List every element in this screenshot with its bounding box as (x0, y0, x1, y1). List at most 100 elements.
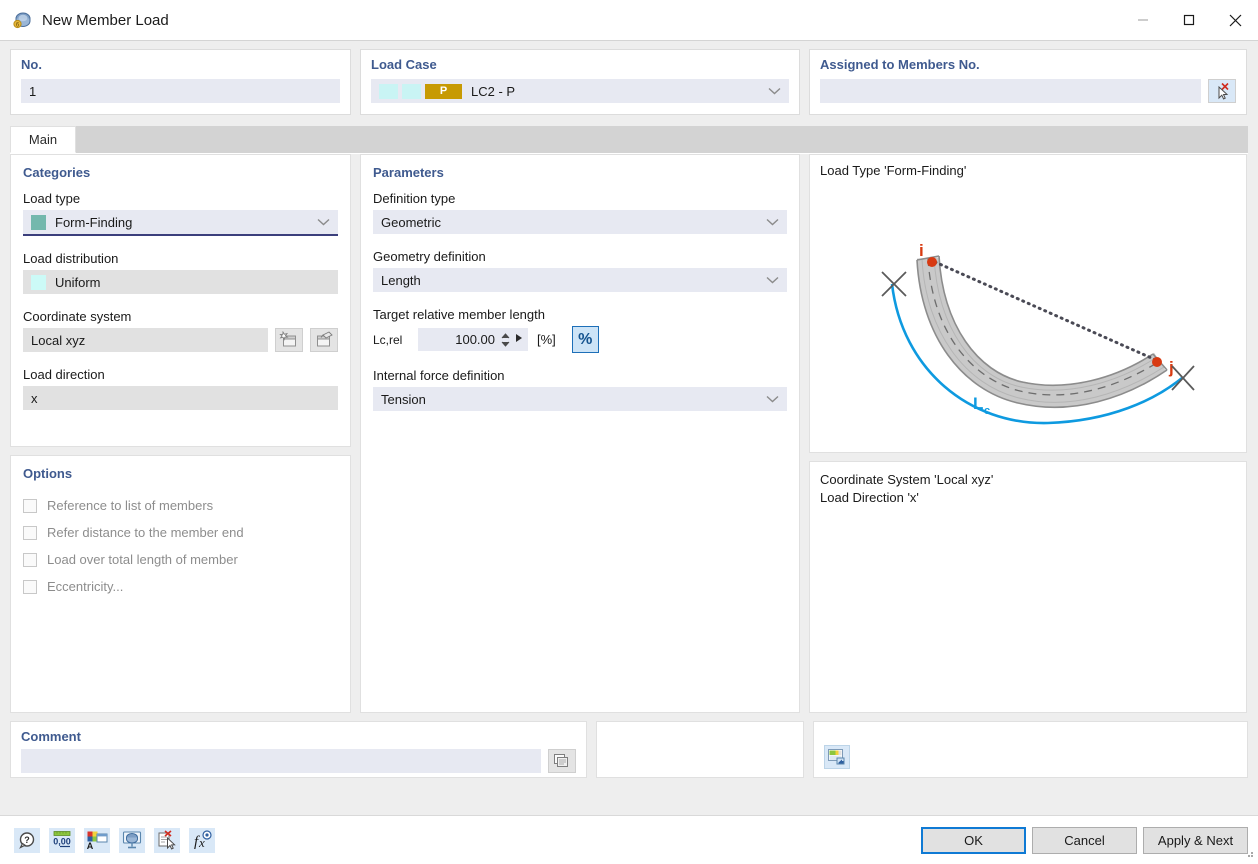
target-length-value: 100.00 (455, 332, 495, 347)
target-length-symbol: Lc,rel (373, 333, 418, 347)
comment-input[interactable] (21, 749, 541, 773)
categories-panel: Categories Load type Form-Finding Load d… (10, 154, 351, 447)
maximize-button[interactable] (1166, 0, 1212, 40)
option-label: Load over total length of member (47, 552, 238, 567)
resize-grip-icon[interactable] (1243, 847, 1255, 862)
svg-text:0,00: 0,00 (53, 837, 71, 847)
new-coordinate-system-icon[interactable] (275, 328, 303, 352)
internal-force-definition-combo[interactable]: Tension (373, 387, 787, 411)
delete-row-icon[interactable] (154, 828, 180, 853)
info-panel: Coordinate System 'Local xyz' Load Direc… (809, 461, 1247, 713)
no-input[interactable]: 1 (21, 79, 340, 103)
bottom-row: Comment (0, 713, 1258, 778)
svg-text:?: ? (24, 835, 30, 845)
edit-coordinate-system-icon[interactable] (310, 328, 338, 352)
select-members-icon[interactable] (1208, 79, 1236, 103)
right-column: Load Type 'Form-Finding' (809, 154, 1247, 713)
tab-main-label: Main (29, 132, 57, 147)
tab-main[interactable]: Main (10, 126, 76, 153)
svg-text:A: A (87, 841, 94, 850)
load-distribution-value: Uniform (55, 275, 101, 290)
checkbox-unchecked-icon[interactable] (23, 580, 37, 594)
chevron-down-icon (766, 215, 779, 230)
geometry-definition-value: Length (381, 273, 421, 288)
spinner-arrows-icon[interactable] (501, 332, 510, 348)
expand-arrow-icon[interactable] (514, 332, 524, 347)
load-case-chip-1 (379, 84, 398, 99)
picture-settings-icon[interactable] (824, 745, 850, 769)
options-title: Options (23, 466, 338, 481)
target-length-unit: [%] (537, 332, 556, 347)
node-i-label: i (919, 241, 924, 260)
form-finding-diagram: i j L c (820, 180, 1238, 448)
load-case-group-title: Load Case (371, 57, 789, 72)
content-area: Categories Load type Form-Finding Load d… (0, 154, 1258, 713)
length-sub-label: c (984, 405, 990, 417)
tab-strip: Main (10, 127, 1248, 154)
load-direction-label: Load direction (23, 367, 338, 382)
blank-panel (596, 721, 804, 778)
help-icon[interactable]: ? (14, 828, 40, 853)
load-case-chip-p: P (425, 84, 462, 99)
diagram-caption: Load Type 'Form-Finding' (820, 163, 1236, 178)
option-label: Refer distance to the member end (47, 525, 244, 540)
close-button[interactable] (1212, 0, 1258, 40)
node-j-marker (1152, 357, 1162, 367)
checkbox-unchecked-icon[interactable] (23, 553, 37, 567)
info-coordinate-system: Coordinate System 'Local xyz' (820, 471, 1236, 489)
load-type-label: Load type (23, 191, 338, 206)
cancel-button[interactable]: Cancel (1032, 827, 1137, 854)
parameters-panel: Parameters Definition type Geometric Geo… (360, 154, 800, 713)
definition-type-combo[interactable]: Geometric (373, 210, 787, 234)
checkbox-unchecked-icon[interactable] (23, 499, 37, 513)
no-group-title: No. (21, 57, 340, 72)
option-label: Reference to list of members (47, 498, 213, 513)
load-distribution-value-field: Uniform (23, 270, 338, 294)
option-refer-distance-to-member-end[interactable]: Refer distance to the member end (23, 519, 338, 546)
minimize-button[interactable] (1120, 0, 1166, 40)
ok-button[interactable]: OK (921, 827, 1026, 854)
internal-force-definition-label: Internal force definition (373, 368, 787, 383)
member-load-icon: 6 (12, 10, 32, 30)
option-label: Eccentricity... (47, 579, 123, 594)
window-title: New Member Load (42, 12, 169, 29)
chevron-down-icon (317, 215, 330, 230)
coordinate-system-value-field: Local xyz (23, 328, 268, 352)
assigned-members-title: Assigned to Members No. (820, 57, 1236, 72)
target-length-input[interactable]: 100.00 (418, 328, 528, 351)
option-reference-to-list-of-members[interactable]: Reference to list of members (23, 492, 338, 519)
chevron-down-icon (766, 392, 779, 407)
display-properties-icon[interactable]: A (84, 828, 110, 853)
option-load-over-total-length[interactable]: Load over total length of member (23, 546, 338, 573)
target-length-row: Lc,rel 100.00 [%] (373, 326, 787, 353)
assigned-members-group: Assigned to Members No. (809, 49, 1247, 115)
load-case-group: Load Case P LC2 - P (360, 49, 800, 115)
info-load-direction: Load Direction 'x' (820, 489, 1236, 507)
load-distribution-label: Load distribution (23, 251, 338, 266)
geometry-definition-label: Geometry definition (373, 249, 787, 264)
load-distribution-color-swatch (31, 275, 46, 290)
diagram-panel: Load Type 'Form-Finding' (809, 154, 1247, 453)
coordinate-system-label: Coordinate system (23, 309, 338, 324)
comment-title: Comment (21, 729, 576, 744)
picture-panel (813, 721, 1248, 778)
tab-filler (76, 126, 1248, 153)
middle-column: Parameters Definition type Geometric Geo… (360, 154, 800, 713)
apply-next-button[interactable]: Apply & Next (1143, 827, 1248, 854)
load-case-chip-2 (402, 84, 421, 99)
formula-icon[interactable]: f x (189, 828, 215, 853)
graphic-view-icon[interactable] (119, 828, 145, 853)
checkbox-unchecked-icon[interactable] (23, 526, 37, 540)
load-type-combo[interactable]: Form-Finding (23, 210, 338, 236)
target-relative-member-length-label: Target relative member length (373, 307, 787, 322)
units-icon[interactable]: 0,00 (49, 828, 75, 853)
assigned-members-input[interactable] (820, 79, 1201, 103)
percent-toggle-button[interactable]: % (572, 326, 599, 353)
comment-library-icon[interactable] (548, 749, 576, 773)
left-column: Categories Load type Form-Finding Load d… (10, 154, 351, 713)
load-case-combo[interactable]: P LC2 - P (371, 79, 789, 103)
geometry-definition-combo[interactable]: Length (373, 268, 787, 292)
load-direction-value-field: x (23, 386, 338, 410)
footer-toolbar: ? 0,00 A (14, 828, 215, 853)
option-eccentricity[interactable]: Eccentricity... (23, 573, 338, 600)
